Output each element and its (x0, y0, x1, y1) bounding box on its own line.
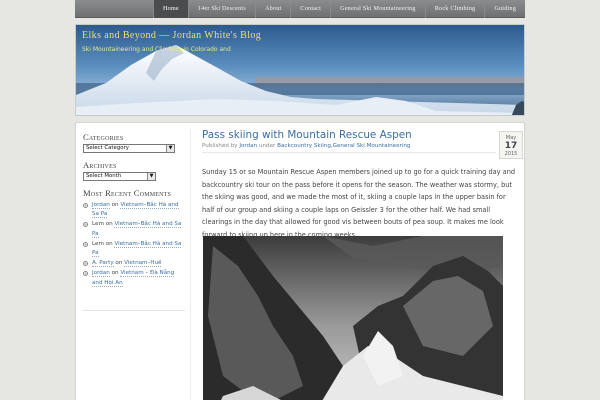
comment-author: Lem (92, 240, 104, 247)
post-title-divider (202, 152, 496, 153)
nav-guiding[interactable]: Guiding (484, 0, 525, 18)
list-item: + Lem on Vietnam–Bắc Hà and Sa Pa (83, 240, 185, 259)
sidebar: Categories Select Category ▼ Archives Se… (83, 132, 185, 311)
recent-comments-list: + Jordan on Vietnam–Bắc Hà and Sa Pa + L… (83, 201, 185, 288)
list-item: + A. Party on Vietnam–Huế (83, 259, 185, 268)
post-categories-link[interactable]: Backcountry Skiing,General Ski Mountaine… (277, 143, 410, 149)
site-description: Ski Mountaineering and Climbing in Color… (82, 46, 231, 53)
chevron-down-icon: ▼ (166, 145, 174, 152)
comment-bullet-icon: + (83, 261, 88, 267)
comment-post-link[interactable]: Vietnam–Huế (124, 260, 162, 268)
categories-heading: Categories (83, 132, 124, 142)
comment-on-text: on (111, 202, 119, 208)
comment-author-link[interactable]: Jordan (92, 270, 110, 278)
comment-on-text: on (105, 240, 113, 247)
comment-author-link[interactable]: A. Party (92, 260, 114, 268)
sidebar-divider (83, 310, 185, 311)
content-wrapper: Categories Select Category ▼ Archives Se… (75, 122, 525, 400)
post-body: Sunday 15 or so Mountain Rescue Aspen me… (202, 168, 516, 239)
post-photo[interactable] (203, 236, 503, 400)
recent-comments-heading: Most Recent Comments (83, 188, 172, 198)
blog-post: Pass skiing with Mountain Rescue Aspen P… (202, 129, 523, 400)
under-text: under (258, 143, 276, 149)
comment-on-text: on (105, 221, 113, 228)
archive-select[interactable]: Select Month ▼ (83, 172, 156, 181)
chevron-down-icon: ▼ (147, 173, 155, 180)
post-title[interactable]: Pass skiing with Mountain Rescue Aspen (202, 129, 522, 142)
header-banner: Elks and Beyond — Jordan White's Blog Sk… (75, 24, 525, 116)
site-title[interactable]: Elks and Beyond — Jordan White's Blog (82, 30, 261, 41)
archives-heading: Archives (83, 160, 117, 170)
nav-menu: Home 14er Ski Descents About Contact Gen… (152, 0, 525, 18)
published-by-text: Published by (202, 143, 238, 149)
comment-on-text: on (111, 270, 119, 277)
comment-on-text: on (115, 260, 123, 267)
nav-14er-ski-descents[interactable]: 14er Ski Descents (187, 0, 255, 18)
nav-contact[interactable]: Contact (290, 0, 330, 18)
comment-bullet-icon: + (83, 271, 88, 277)
archive-select-value: Select Month (86, 173, 122, 179)
top-nav: Home 14er Ski Descents About Contact Gen… (75, 0, 525, 18)
list-item: + Jordan on Vietnam – Đà Nẵng and Hội An (83, 269, 185, 288)
list-item: + Lem on Vietnam–Bắc Hà and Sa Pa (83, 220, 185, 239)
nav-general-ski-mountaineering[interactable]: General Ski Mountaineering (330, 0, 425, 18)
category-select-value: Select Category (86, 145, 129, 151)
date-badge: May 17 2015 (499, 131, 523, 159)
mountain-photo-image (203, 236, 503, 400)
column-divider (190, 129, 191, 400)
date-year: 2015 (504, 151, 518, 157)
comment-bullet-icon: + (83, 203, 88, 208)
comment-bullet-icon: + (83, 241, 88, 247)
comment-author: Lem (92, 221, 104, 228)
date-day: 17 (504, 141, 518, 151)
nav-home[interactable]: Home (152, 0, 188, 18)
comment-bullet-icon: + (83, 222, 88, 228)
post-meta: Published by Jordan under Backcountry Sk… (202, 143, 522, 149)
post-author-link[interactable]: Jordan (239, 143, 257, 149)
nav-about[interactable]: About (254, 0, 290, 18)
list-item: + Jordan on Vietnam–Bắc Hà and Sa Pa (83, 201, 185, 220)
category-select[interactable]: Select Category ▼ (83, 144, 175, 153)
nav-rock-climbing[interactable]: Rock Climbing (424, 0, 485, 18)
comment-author-link[interactable]: Jordan (92, 202, 110, 209)
